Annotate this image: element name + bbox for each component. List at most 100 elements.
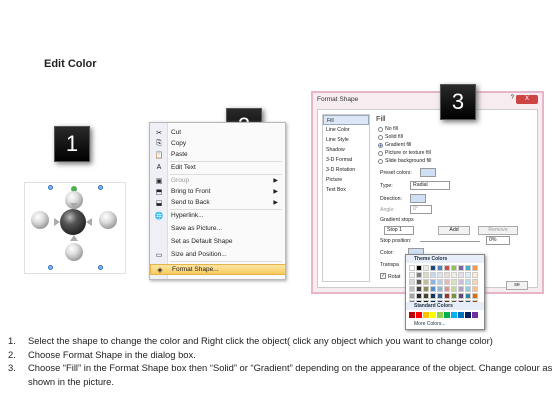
nav-item-3d-format[interactable]: 3-D Format	[323, 155, 369, 165]
theme-color-swatch[interactable]	[458, 293, 464, 299]
radio-icon[interactable]	[378, 150, 383, 156]
theme-color-swatch[interactable]	[416, 265, 422, 271]
menu-item-cut[interactable]: ✂ Cut	[150, 127, 286, 138]
menu-item-group[interactable]: ▣ Group ▶	[150, 175, 286, 186]
stop-select[interactable]: Stop 1	[384, 226, 414, 235]
nav-item-shadow[interactable]: Shadow	[323, 145, 369, 155]
theme-color-swatch[interactable]	[451, 286, 457, 292]
theme-color-swatch[interactable]	[472, 265, 478, 271]
radio-icon[interactable]	[378, 158, 383, 164]
nav-item-line-color[interactable]: Line Color	[323, 125, 369, 135]
standard-color-swatch[interactable]	[465, 312, 471, 318]
radio-icon[interactable]	[378, 126, 383, 132]
menu-item-edit-text[interactable]: A Edit Text	[150, 162, 286, 173]
theme-color-swatch[interactable]	[416, 286, 422, 292]
theme-color-swatch[interactable]	[458, 272, 464, 278]
standard-color-swatch[interactable]	[458, 312, 464, 318]
theme-color-swatch[interactable]	[472, 279, 478, 285]
theme-color-swatch[interactable]	[416, 279, 422, 285]
theme-color-swatch[interactable]	[451, 293, 457, 299]
direction-dropdown[interactable]	[410, 194, 426, 203]
theme-color-swatch[interactable]	[430, 272, 436, 278]
menu-item-size-and-position[interactable]: ▭ Size and Position...	[150, 249, 286, 260]
shape-preview[interactable]	[24, 182, 126, 274]
gradient-fill-option[interactable]: Gradient fill	[378, 142, 411, 148]
standard-color-swatch[interactable]	[472, 312, 478, 318]
theme-color-swatch[interactable]	[465, 286, 471, 292]
theme-color-swatch[interactable]	[458, 279, 464, 285]
theme-color-swatch[interactable]	[437, 265, 443, 271]
theme-color-swatch[interactable]	[409, 293, 415, 299]
theme-color-swatch[interactable]	[437, 286, 443, 292]
theme-color-swatch[interactable]	[409, 286, 415, 292]
theme-color-swatch[interactable]	[465, 293, 471, 299]
standard-color-swatch[interactable]	[451, 312, 457, 318]
menu-item-send-to-back[interactable]: ⬓ Send to Back ▶	[150, 197, 286, 208]
nav-item-text-box[interactable]: Text Box	[323, 185, 369, 195]
radio-selected-icon[interactable]	[378, 142, 383, 148]
theme-color-swatch[interactable]	[437, 272, 443, 278]
help-icon[interactable]: ?	[511, 95, 514, 101]
theme-color-swatch[interactable]	[465, 265, 471, 271]
theme-color-swatch[interactable]	[458, 265, 464, 271]
theme-color-swatch[interactable]	[451, 279, 457, 285]
nav-item-picture[interactable]: Picture	[323, 175, 369, 185]
theme-color-swatch[interactable]	[451, 265, 457, 271]
resize-handle[interactable]	[98, 185, 103, 190]
theme-color-swatch[interactable]	[465, 279, 471, 285]
theme-color-swatch[interactable]	[465, 272, 471, 278]
menu-item-copy[interactable]: ⎘ Copy	[150, 138, 286, 149]
menu-item-paste[interactable]: 📋 Paste	[150, 149, 286, 160]
menu-item-hyperlink[interactable]: 🌐 Hyperlink...	[150, 210, 286, 221]
theme-color-swatch[interactable]	[423, 286, 429, 292]
stop-position-field[interactable]: 0%	[486, 236, 510, 245]
menu-item-set-as-default-shape[interactable]: Set as Default Shape	[150, 236, 286, 247]
preset-colors-dropdown[interactable]	[420, 168, 436, 177]
menu-item-format-shape[interactable]: ◈ Format Shape...	[150, 264, 286, 275]
theme-color-swatch[interactable]	[416, 293, 422, 299]
type-select[interactable]: Radial	[410, 181, 450, 190]
stop-position-slider[interactable]	[420, 241, 480, 242]
theme-color-swatch[interactable]	[451, 272, 457, 278]
standard-color-swatch[interactable]	[430, 312, 436, 318]
theme-color-swatch[interactable]	[437, 279, 443, 285]
nav-item-line-style[interactable]: Line Style	[323, 135, 369, 145]
no-fill-option[interactable]: No fill	[378, 126, 398, 132]
theme-color-swatch[interactable]	[444, 293, 450, 299]
dialog-close-button[interactable]: se	[506, 281, 528, 290]
theme-color-swatch[interactable]	[409, 272, 415, 278]
standard-color-swatch[interactable]	[416, 312, 422, 318]
picture-fill-option[interactable]: Picture or texture fill	[378, 150, 431, 156]
theme-color-swatch[interactable]	[409, 265, 415, 271]
resize-handle[interactable]	[48, 265, 53, 270]
theme-color-swatch[interactable]	[416, 272, 422, 278]
theme-color-swatch[interactable]	[430, 293, 436, 299]
resize-handle[interactable]	[98, 265, 103, 270]
theme-color-swatch[interactable]	[458, 286, 464, 292]
theme-color-swatch[interactable]	[430, 265, 436, 271]
theme-color-swatch[interactable]	[472, 272, 478, 278]
theme-color-swatch[interactable]	[409, 279, 415, 285]
theme-color-swatch[interactable]	[423, 272, 429, 278]
nav-item-3d-rotation[interactable]: 3-D Rotation	[323, 165, 369, 175]
theme-color-swatch[interactable]	[430, 279, 436, 285]
menu-item-bring-to-front[interactable]: ⬒ Bring to Front ▶	[150, 186, 286, 197]
radio-icon[interactable]	[378, 134, 383, 140]
more-colors-link[interactable]: More Colors...	[414, 321, 445, 327]
rotate-checkbox[interactable]: ✓	[380, 273, 386, 279]
theme-color-swatch[interactable]	[423, 293, 429, 299]
slide-background-fill-option[interactable]: Slide background fill	[378, 158, 431, 164]
theme-color-swatch[interactable]	[437, 293, 443, 299]
theme-color-swatch[interactable]	[444, 286, 450, 292]
theme-color-swatch[interactable]	[472, 286, 478, 292]
remove-stop-button[interactable]: Remove	[478, 226, 518, 235]
standard-color-swatch[interactable]	[423, 312, 429, 318]
solid-fill-option[interactable]: Solid fill	[378, 134, 403, 140]
theme-color-swatch[interactable]	[444, 265, 450, 271]
standard-color-swatch[interactable]	[437, 312, 443, 318]
add-stop-button[interactable]: Add	[438, 226, 470, 235]
theme-color-swatch[interactable]	[430, 286, 436, 292]
theme-color-swatch[interactable]	[444, 279, 450, 285]
theme-color-swatch[interactable]	[423, 279, 429, 285]
standard-color-swatch[interactable]	[444, 312, 450, 318]
